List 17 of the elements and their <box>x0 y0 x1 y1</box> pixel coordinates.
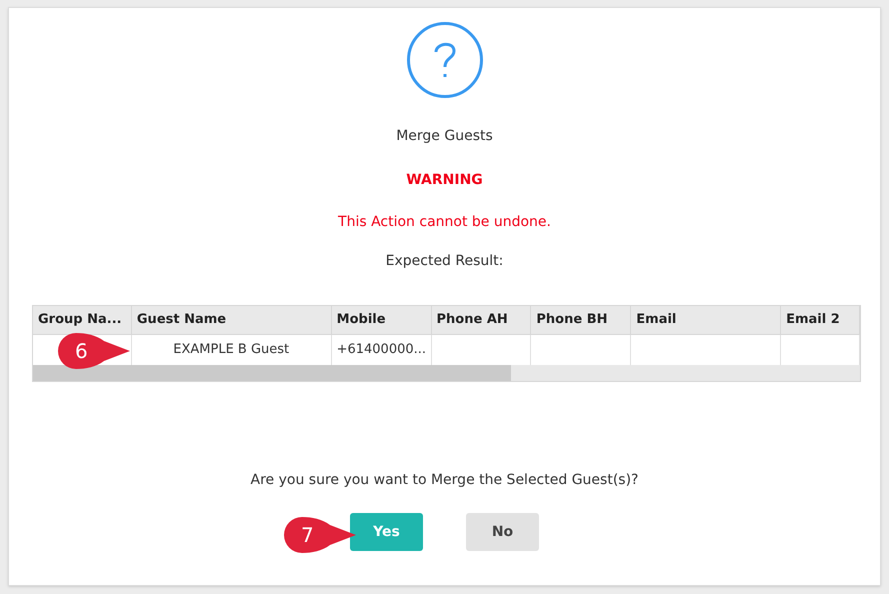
step-callout: 7 <box>282 515 356 555</box>
warning-text: This Action cannot be undone. <box>338 213 551 232</box>
confirm-question: Are you sure you want to Merge the Selected Guest(s)? <box>250 471 638 490</box>
column-header[interactable]: Phone AH <box>432 306 532 334</box>
column-header[interactable]: Email 2 <box>781 306 860 334</box>
question-icon <box>406 21 484 99</box>
column-header[interactable]: Mobile <box>332 306 432 334</box>
horizontal-scrollbar[interactable] <box>33 365 860 381</box>
step-callout: 6 <box>56 331 130 371</box>
result-label: Expected Result: <box>386 252 504 271</box>
scrollbar-thumb[interactable] <box>33 365 511 381</box>
column-header[interactable]: Guest Name <box>132 306 332 334</box>
column-header[interactable]: Phone BH <box>531 306 632 334</box>
column-header[interactable]: Email <box>631 306 782 334</box>
warning-title: WARNING <box>406 171 483 190</box>
dialog-title: Merge Guests <box>396 127 493 146</box>
no-button[interactable]: No <box>466 513 539 551</box>
